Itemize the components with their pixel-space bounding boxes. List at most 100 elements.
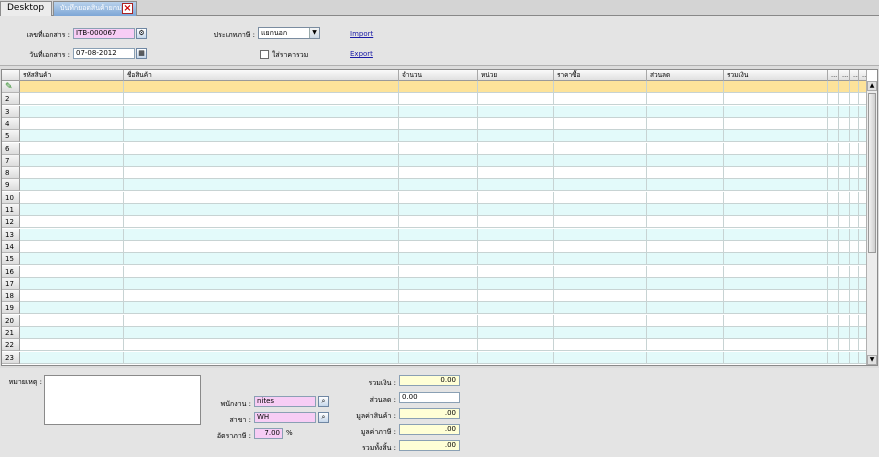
table-cell[interactable] [399,204,478,216]
table-cell[interactable] [828,290,839,303]
table-cell[interactable] [399,154,478,167]
table-cell[interactable] [724,302,828,315]
table-cell[interactable] [839,314,850,327]
table-cell[interactable] [124,277,399,290]
table-cell[interactable] [839,93,850,106]
table-cell[interactable] [724,142,828,155]
table-cell[interactable] [554,265,647,278]
table-cell[interactable] [124,351,399,364]
table-row[interactable]: 18 [2,290,867,303]
table-cell[interactable] [647,179,724,192]
table-cell[interactable] [554,154,647,167]
table-cell[interactable] [478,290,554,303]
table-cell[interactable] [828,117,839,130]
table-cell[interactable] [554,93,647,106]
table-row[interactable]: 10 [2,191,867,204]
table-cell[interactable] [399,253,478,266]
table-cell[interactable] [647,81,724,93]
table-cell[interactable] [724,228,828,241]
row-number[interactable]: 20 [2,314,20,327]
table-cell[interactable] [124,81,399,93]
table-cell[interactable] [850,216,859,229]
table-cell[interactable] [399,105,478,118]
table-cell[interactable] [20,290,124,303]
table-cell[interactable] [399,93,478,106]
table-cell[interactable] [850,228,859,241]
table-cell[interactable] [647,327,724,339]
table-row[interactable]: 22 [2,339,867,352]
table-cell[interactable] [647,142,724,155]
row-number[interactable]: 23 [2,351,20,364]
doc-no-field[interactable]: ITB-000067 [73,28,135,39]
table-row[interactable]: 8 [2,167,867,180]
table-cell[interactable] [554,204,647,216]
tab-desktop[interactable]: Desktop [0,1,52,16]
table-row[interactable]: 7 [2,154,867,167]
table-cell[interactable] [399,314,478,327]
table-cell[interactable] [124,130,399,143]
table-cell[interactable] [478,277,554,290]
table-cell[interactable] [724,290,828,303]
table-cell[interactable] [647,240,724,253]
table-cell[interactable] [478,240,554,253]
table-cell[interactable] [20,142,124,155]
table-cell[interactable] [839,228,850,241]
search-icon[interactable]: ⌕ [318,396,329,407]
table-cell[interactable] [828,339,839,352]
table-cell[interactable] [850,142,859,155]
table-cell[interactable] [828,240,839,253]
column-header[interactable]: ราคาซื้อ [554,70,647,81]
table-cell[interactable] [647,93,724,106]
table-cell[interactable] [839,240,850,253]
table-cell[interactable] [850,314,859,327]
row-number[interactable]: 10 [2,191,20,204]
table-cell[interactable] [839,216,850,229]
table-cell[interactable] [724,154,828,167]
table-cell[interactable] [124,290,399,303]
table-cell[interactable] [828,314,839,327]
table-cell[interactable] [478,191,554,204]
row-number[interactable]: 4 [2,117,20,130]
table-cell[interactable] [124,302,399,315]
table-cell[interactable] [399,228,478,241]
table-cell[interactable] [724,327,828,339]
table-row[interactable]: 6 [2,142,867,155]
table-cell[interactable] [20,204,124,216]
price-incl-checkbox[interactable] [260,50,269,59]
table-cell[interactable] [724,81,828,93]
row-number[interactable]: 15 [2,253,20,266]
table-cell[interactable] [828,81,839,93]
table-cell[interactable] [20,117,124,130]
table-cell[interactable] [124,191,399,204]
column-header[interactable]: หน่วย [478,70,554,81]
table-cell[interactable] [839,130,850,143]
table-row[interactable]: ✎ [2,81,867,93]
row-number[interactable]: 7 [2,154,20,167]
employee-field[interactable]: nites [254,396,316,407]
table-cell[interactable] [399,351,478,364]
table-cell[interactable] [828,93,839,106]
table-cell[interactable] [554,351,647,364]
table-row[interactable]: 12 [2,216,867,229]
row-number[interactable]: 22 [2,339,20,352]
scroll-down-icon[interactable]: ▼ [867,355,877,365]
table-cell[interactable] [828,105,839,118]
table-cell[interactable] [839,277,850,290]
table-cell[interactable] [20,339,124,352]
table-cell[interactable] [399,339,478,352]
column-header[interactable]: ส่วนลด [647,70,724,81]
table-cell[interactable] [647,314,724,327]
table-cell[interactable] [850,327,859,339]
table-cell[interactable] [724,339,828,352]
table-cell[interactable] [647,228,724,241]
table-cell[interactable] [850,240,859,253]
table-cell[interactable] [839,290,850,303]
table-cell[interactable] [20,265,124,278]
table-cell[interactable] [124,265,399,278]
table-cell[interactable] [839,105,850,118]
table-cell[interactable] [828,277,839,290]
table-cell[interactable] [828,154,839,167]
table-cell[interactable] [399,167,478,180]
table-cell[interactable] [839,117,850,130]
table-cell[interactable] [839,81,850,93]
